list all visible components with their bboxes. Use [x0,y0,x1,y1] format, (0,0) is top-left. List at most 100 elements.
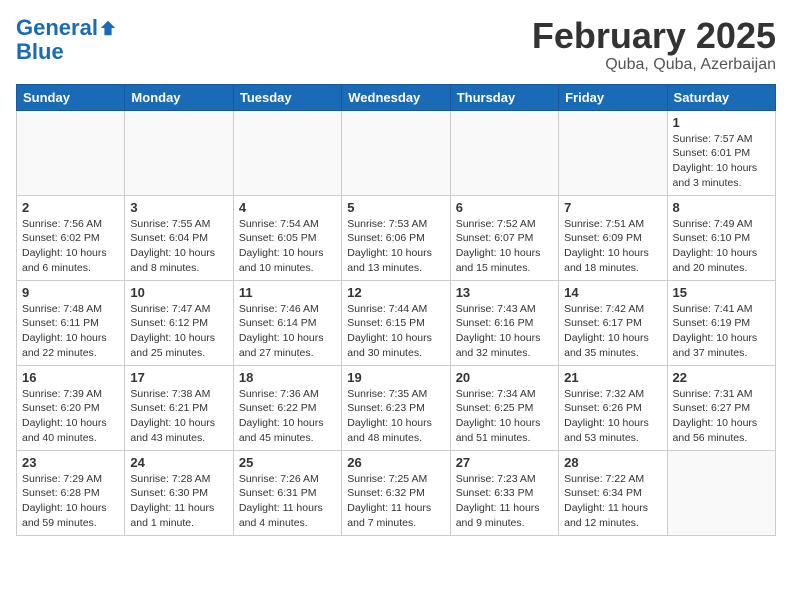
day-number: 12 [347,285,444,300]
day-info: Sunrise: 7:28 AM Sunset: 6:30 PM Dayligh… [130,472,227,531]
day-info: Sunrise: 7:51 AM Sunset: 6:09 PM Dayligh… [564,217,661,276]
calendar-cell [233,110,341,195]
page-header: General Blue February 2025 Quba, Quba, A… [16,16,776,74]
day-info: Sunrise: 7:39 AM Sunset: 6:20 PM Dayligh… [22,387,119,446]
day-number: 28 [564,455,661,470]
day-info: Sunrise: 7:34 AM Sunset: 6:25 PM Dayligh… [456,387,553,446]
calendar-cell: 11 Sunrise: 7:46 AM Sunset: 6:14 PM Dayli… [233,280,341,365]
day-info: Sunrise: 7:56 AM Sunset: 6:02 PM Dayligh… [22,217,119,276]
calendar-cell: 19 Sunrise: 7:35 AM Sunset: 6:23 PM Dayli… [342,365,450,450]
day-number: 11 [239,285,336,300]
day-number: 20 [456,370,553,385]
day-info: Sunrise: 7:31 AM Sunset: 6:27 PM Dayligh… [673,387,770,446]
day-number: 23 [22,455,119,470]
day-info: Sunrise: 7:55 AM Sunset: 6:04 PM Dayligh… [130,217,227,276]
calendar-cell: 21Sunrise: 7:32 AM Sunset: 6:26 PM Dayli… [559,365,667,450]
weekday-header: Saturday [667,84,775,110]
calendar-cell: 7 Sunrise: 7:51 AM Sunset: 6:09 PM Daylig… [559,195,667,280]
day-info: Sunrise: 7:38 AM Sunset: 6:21 PM Dayligh… [130,387,227,446]
day-number: 7 [564,200,661,215]
calendar-cell: 3 Sunrise: 7:55 AM Sunset: 6:04 PM Daylig… [125,195,233,280]
calendar-cell: 4 Sunrise: 7:54 AM Sunset: 6:05 PM Daylig… [233,195,341,280]
day-info: Sunrise: 7:44 AM Sunset: 6:15 PM Dayligh… [347,302,444,361]
day-number: 2 [22,200,119,215]
calendar-cell [450,110,558,195]
calendar-cell: 18 Sunrise: 7:36 AM Sunset: 6:22 PM Dayli… [233,365,341,450]
day-info: Sunrise: 7:49 AM Sunset: 6:10 PM Dayligh… [673,217,770,276]
calendar-cell: 6Sunrise: 7:52 AM Sunset: 6:07 PM Daylig… [450,195,558,280]
day-number: 18 [239,370,336,385]
day-info: Sunrise: 7:22 AM Sunset: 6:34 PM Dayligh… [564,472,661,531]
day-info: Sunrise: 7:43 AM Sunset: 6:16 PM Dayligh… [456,302,553,361]
day-info: Sunrise: 7:26 AM Sunset: 6:31 PM Dayligh… [239,472,336,531]
day-info: Sunrise: 7:46 AM Sunset: 6:14 PM Dayligh… [239,302,336,361]
day-number: 4 [239,200,336,215]
calendar-table: SundayMondayTuesdayWednesdayThursdayFrid… [16,84,776,536]
day-info: Sunrise: 7:29 AM Sunset: 6:28 PM Dayligh… [22,472,119,531]
day-info: Sunrise: 7:42 AM Sunset: 6:17 PM Dayligh… [564,302,661,361]
weekday-header: Monday [125,84,233,110]
day-number: 10 [130,285,227,300]
day-number: 25 [239,455,336,470]
calendar-cell [17,110,125,195]
day-number: 8 [673,200,770,215]
day-number: 3 [130,200,227,215]
day-info: Sunrise: 7:52 AM Sunset: 6:07 PM Dayligh… [456,217,553,276]
calendar-cell: 1 Sunrise: 7:57 AM Sunset: 6:01 PM Daylig… [667,110,775,195]
week-row: 16Sunrise: 7:39 AM Sunset: 6:20 PM Dayli… [17,365,776,450]
calendar-cell: 24Sunrise: 7:28 AM Sunset: 6:30 PM Dayli… [125,450,233,535]
calendar-cell: 2 Sunrise: 7:56 AM Sunset: 6:02 PM Daylig… [17,195,125,280]
day-info: Sunrise: 7:48 AM Sunset: 6:11 PM Dayligh… [22,302,119,361]
day-number: 22 [673,370,770,385]
week-row: 2 Sunrise: 7:56 AM Sunset: 6:02 PM Daylig… [17,195,776,280]
calendar-cell: 23 Sunrise: 7:29 AM Sunset: 6:28 PM Dayli… [17,450,125,535]
location: Quba, Quba, Azerbaijan [532,56,776,74]
calendar-cell: 9 Sunrise: 7:48 AM Sunset: 6:11 PM Daylig… [17,280,125,365]
day-info: Sunrise: 7:57 AM Sunset: 6:01 PM Dayligh… [673,132,770,191]
logo-blue: Blue [16,40,64,64]
calendar-cell [342,110,450,195]
calendar-cell: 13 Sunrise: 7:43 AM Sunset: 6:16 PM Dayli… [450,280,558,365]
day-number: 9 [22,285,119,300]
week-row: 9 Sunrise: 7:48 AM Sunset: 6:11 PM Daylig… [17,280,776,365]
day-info: Sunrise: 7:36 AM Sunset: 6:22 PM Dayligh… [239,387,336,446]
day-number: 27 [456,455,553,470]
month-title: February 2025 [532,16,776,56]
calendar-cell: 15Sunrise: 7:41 AM Sunset: 6:19 PM Dayli… [667,280,775,365]
day-number: 14 [564,285,661,300]
calendar-cell: 16Sunrise: 7:39 AM Sunset: 6:20 PM Dayli… [17,365,125,450]
calendar-cell [559,110,667,195]
day-number: 5 [347,200,444,215]
day-info: Sunrise: 7:25 AM Sunset: 6:32 PM Dayligh… [347,472,444,531]
day-number: 19 [347,370,444,385]
calendar-cell: 14 Sunrise: 7:42 AM Sunset: 6:17 PM Dayli… [559,280,667,365]
title-block: February 2025 Quba, Quba, Azerbaijan [532,16,776,74]
calendar-cell: 10 Sunrise: 7:47 AM Sunset: 6:12 PM Dayli… [125,280,233,365]
calendar-cell: 8 Sunrise: 7:49 AM Sunset: 6:10 PM Daylig… [667,195,775,280]
day-info: Sunrise: 7:41 AM Sunset: 6:19 PM Dayligh… [673,302,770,361]
day-number: 13 [456,285,553,300]
calendar-cell [667,450,775,535]
logo: General Blue [16,16,117,64]
logo-icon [99,19,117,37]
calendar-cell: 28 Sunrise: 7:22 AM Sunset: 6:34 PM Dayli… [559,450,667,535]
day-info: Sunrise: 7:53 AM Sunset: 6:06 PM Dayligh… [347,217,444,276]
day-number: 26 [347,455,444,470]
week-row: 23 Sunrise: 7:29 AM Sunset: 6:28 PM Dayli… [17,450,776,535]
day-number: 1 [673,115,770,130]
day-number: 21 [564,370,661,385]
weekday-header: Friday [559,84,667,110]
calendar-cell: 22 Sunrise: 7:31 AM Sunset: 6:27 PM Dayli… [667,365,775,450]
calendar-cell: 17Sunrise: 7:38 AM Sunset: 6:21 PM Dayli… [125,365,233,450]
day-info: Sunrise: 7:54 AM Sunset: 6:05 PM Dayligh… [239,217,336,276]
calendar-cell: 12 Sunrise: 7:44 AM Sunset: 6:15 PM Dayli… [342,280,450,365]
calendar-cell [125,110,233,195]
weekday-header: Wednesday [342,84,450,110]
day-info: Sunrise: 7:47 AM Sunset: 6:12 PM Dayligh… [130,302,227,361]
weekday-header: Thursday [450,84,558,110]
day-info: Sunrise: 7:35 AM Sunset: 6:23 PM Dayligh… [347,387,444,446]
calendar-cell: 27 Sunrise: 7:23 AM Sunset: 6:33 PM Dayli… [450,450,558,535]
weekday-header-row: SundayMondayTuesdayWednesdayThursdayFrid… [17,84,776,110]
weekday-header: Tuesday [233,84,341,110]
day-info: Sunrise: 7:23 AM Sunset: 6:33 PM Dayligh… [456,472,553,531]
